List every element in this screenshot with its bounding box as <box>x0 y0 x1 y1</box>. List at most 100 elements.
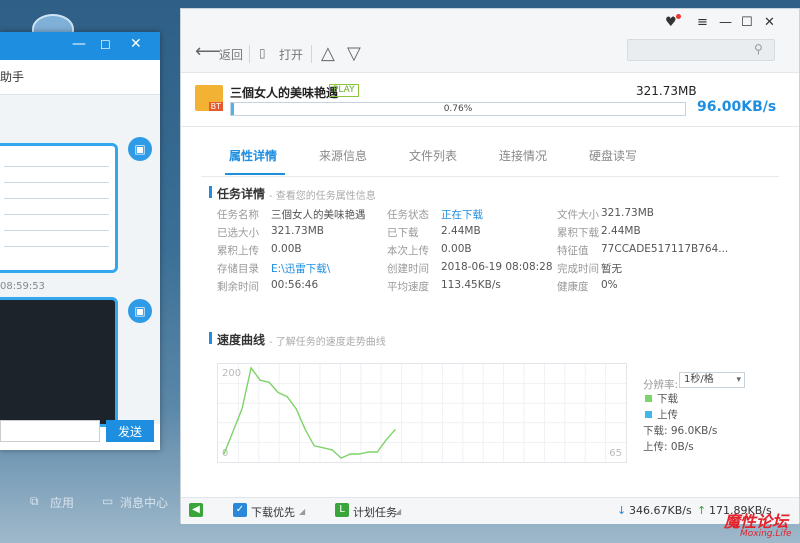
info-label: 存储目录 <box>217 263 259 275</box>
download-speed: 96.00KB/s <box>697 99 777 115</box>
tab-files[interactable]: 文件列表 <box>409 147 457 164</box>
task-info-title: 任务详情 <box>208 186 266 201</box>
progress-text: 0.76% <box>443 104 473 114</box>
info-value: 0.00B <box>441 243 472 255</box>
maximize-icon[interactable]: ☐ <box>100 38 111 52</box>
total-download-speed: 346.67KB/s <box>629 504 692 517</box>
back-arrow-icon[interactable]: ⟵ <box>195 41 221 62</box>
priority-icon[interactable]: ✓ <box>233 503 247 517</box>
minimize-icon[interactable]: — <box>72 36 86 52</box>
toolbar: ⟵ 返回 ▯ 打开 △ ▽ ⚲ <box>181 37 799 73</box>
info-value: 321.73MB <box>271 225 325 237</box>
tab-bar: 属性详情 来源信息 文件列表 连接情况 硬盘读写 <box>181 127 799 177</box>
upload-speed-readout: 上传: 0B/s <box>643 441 694 453</box>
download-speed-readout: 下载: 96.0KB/s <box>643 425 718 437</box>
upload-arrow-icon: ↑ <box>697 504 707 517</box>
notification-dot <box>676 14 681 19</box>
info-value[interactable]: 正在下载 <box>441 207 483 222</box>
info-value: 321.73MB <box>601 207 655 219</box>
back-button[interactable]: 返回 <box>219 46 243 63</box>
info-value[interactable]: E:\迅雷下载\ <box>271 261 330 276</box>
info-value: 三個女人的美味艳遇 <box>271 209 366 221</box>
chat-title: 助手 <box>0 70 25 84</box>
open-file-icon[interactable]: ▯ <box>259 46 266 60</box>
info-value: 77CCADE517117B764... <box>601 243 729 255</box>
info-value: 0% <box>601 279 618 291</box>
tab-source[interactable]: 来源信息 <box>319 147 367 164</box>
info-value: 2018-06-19 08:08:28 <box>441 261 553 273</box>
legend-download-label: 下载 <box>657 393 678 405</box>
screenshot-message[interactable] <box>0 297 118 427</box>
move-up-icon[interactable]: △ <box>321 43 335 64</box>
resolution-select[interactable]: 1秒/格 <box>679 372 745 388</box>
tab-properties[interactable]: 属性详情 <box>229 147 277 164</box>
skin-icon[interactable]: ♥ <box>665 15 677 30</box>
detail-panel: 属性详情 来源信息 文件列表 连接情况 硬盘读写 任务详情 - 查看您的任务属性… <box>181 127 799 497</box>
message-center-label[interactable]: 消息中心 <box>120 494 168 511</box>
monitor-icon[interactable]: ▣ <box>128 137 152 161</box>
info-label: 平均速度 <box>387 281 429 293</box>
task-name: 三個女人的美味艳遇 <box>230 86 339 100</box>
legend-download-swatch <box>645 395 652 402</box>
apps-icon[interactable]: ⧉ <box>30 494 39 509</box>
plan-icon[interactable]: L <box>335 503 349 517</box>
open-button[interactable]: 打开 <box>279 46 303 63</box>
tab-connections[interactable]: 连接情况 <box>499 147 547 164</box>
collapse-icon[interactable]: ◀ <box>189 503 203 517</box>
info-label: 创建时间 <box>387 263 429 275</box>
info-label: 特征值 <box>557 245 589 257</box>
info-label: 健康度 <box>557 281 589 293</box>
info-label: 剩余时间 <box>217 281 259 293</box>
download-series-line <box>223 366 396 459</box>
download-window: ♥ ≡ — ☐ ✕ ⟵ 返回 ▯ 打开 △ ▽ ⚲ BT 三個女人的美味艳遇 P… <box>180 8 800 524</box>
speed-chart: 200 0 65 <box>217 363 627 463</box>
legend-upload-label: 上传 <box>657 409 678 421</box>
active-tab-indicator <box>225 173 285 175</box>
info-value: 00:56:46 <box>271 279 319 291</box>
info-value: 113.45KB/s <box>441 279 501 291</box>
watermark-url: Moxing.Life <box>740 529 792 539</box>
folder-icon: BT <box>195 85 223 111</box>
apps-label[interactable]: 应用 <box>50 494 74 511</box>
maximize-icon[interactable]: ☐ <box>741 15 753 30</box>
message-icon[interactable]: ▭ <box>102 494 113 508</box>
resolution-label: 分辨率: <box>643 379 679 391</box>
download-arrow-icon: ↓ <box>617 504 627 517</box>
message-time: 08:59:53 <box>0 281 45 292</box>
close-icon[interactable]: ✕ <box>130 36 142 52</box>
task-size: 321.73MB <box>636 84 697 98</box>
task-row[interactable]: BT 三個女人的美味艳遇 PLAY 321.73MB 0.76% 96.00KB… <box>181 73 799 127</box>
download-priority-button[interactable]: 下载优先 <box>251 504 295 520</box>
chat-input[interactable] <box>0 420 100 442</box>
monitor-icon[interactable]: ▣ <box>128 299 152 323</box>
info-label: 累积上传 <box>217 245 259 257</box>
close-icon[interactable]: ✕ <box>764 15 775 30</box>
info-label: 文件大小 <box>557 209 599 221</box>
plan-task-button[interactable]: 计划任务 <box>353 504 397 520</box>
info-label: 完成时间 <box>557 263 599 275</box>
chat-window: — ☐ ✕ 助手 ▣ 08:59:53 ▣ 发送 <box>0 32 160 450</box>
menu-icon[interactable]: ≡ <box>697 15 708 30</box>
play-badge[interactable]: PLAY <box>329 84 359 97</box>
info-value: 2.44MB <box>601 225 641 237</box>
info-label: 任务名称 <box>217 209 259 221</box>
legend-upload-swatch <box>645 411 652 418</box>
info-value: 0.00B <box>271 243 302 255</box>
minimize-icon[interactable]: — <box>719 15 732 30</box>
plan-dropdown-icon[interactable]: ◢ <box>395 507 401 516</box>
info-label: 已下载 <box>387 227 419 239</box>
info-label: 本次上传 <box>387 245 429 257</box>
chat-titlebar: — ☐ ✕ <box>0 32 160 60</box>
search-icon[interactable]: ⚲ <box>754 42 763 56</box>
priority-dropdown-icon[interactable]: ◢ <box>299 507 305 516</box>
speed-curve-title: 速度曲线 <box>208 332 266 347</box>
tab-disk[interactable]: 硬盘读写 <box>589 147 637 164</box>
move-down-icon[interactable]: ▽ <box>347 43 361 64</box>
progress-bar: 0.76% <box>230 102 686 116</box>
send-button[interactable]: 发送 <box>106 420 154 442</box>
info-value: 暂无 <box>601 263 622 275</box>
info-label: 累积下载 <box>557 227 599 239</box>
screenshot-message[interactable] <box>0 143 118 273</box>
search-input[interactable] <box>627 39 775 61</box>
speed-curve-subtitle: - 了解任务的速度走势曲线 <box>269 337 386 348</box>
